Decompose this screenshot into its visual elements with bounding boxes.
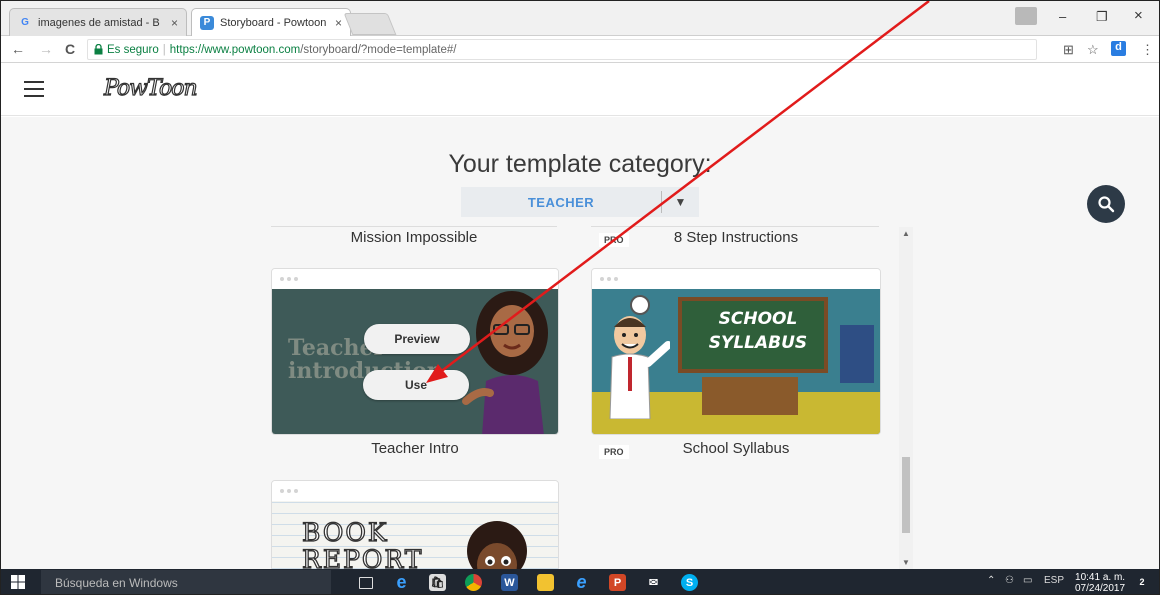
template-name: Mission Impossible (350, 229, 478, 246)
tab-storyboard[interactable]: P Storyboard - Powtoon × (191, 8, 351, 36)
network-icon[interactable]: ⚇ (1005, 575, 1014, 586)
translate-icon[interactable]: ⊞ (1063, 42, 1074, 58)
bookshelf (840, 325, 874, 383)
profile-icon[interactable] (1015, 7, 1037, 25)
page-title: Your template category: (448, 150, 712, 178)
card-bottom-edge (591, 226, 879, 227)
scroll-up-icon[interactable]: ▲ (902, 229, 910, 238)
browser-tabbar: G imagenes de amistad - B × P Storyboard… (1, 1, 1159, 36)
extension-icon[interactable]: d (1111, 41, 1126, 56)
category-selected: TEACHER (527, 194, 595, 210)
category-dropdown[interactable]: TEACHER ▼ (461, 187, 699, 217)
clock-time: 10:41 a. m. (1075, 572, 1126, 583)
card-topbar (272, 269, 558, 289)
reload-icon[interactable]: C (65, 41, 75, 57)
chrome-icon[interactable] (465, 574, 482, 591)
template-name: 8 Step Instructions (673, 229, 799, 246)
notification-count: 2 (1139, 576, 1145, 587)
card-bottom-edge (271, 226, 557, 227)
address-bar[interactable]: Es seguro | https://www.powtoon.com/stor… (87, 39, 1037, 60)
windows-start-icon[interactable] (11, 575, 25, 589)
use-button[interactable]: Use (363, 370, 469, 400)
card-topbar (272, 481, 558, 501)
battery-icon[interactable]: ▭ (1023, 575, 1032, 586)
chevron-down-icon: ▼ (674, 195, 687, 209)
search-button[interactable] (1087, 185, 1125, 223)
windows-search-input[interactable]: Búsqueda en Windows (41, 570, 331, 594)
tab-title: imagenes de amistad - B (38, 16, 160, 29)
powtoon-favicon-icon: P (200, 15, 214, 30)
card-topbar (592, 269, 880, 289)
thumbnail-text: SCHOOL SYLLABUS (708, 309, 808, 353)
task-view-icon[interactable] (359, 577, 373, 589)
scrollbar-thumb[interactable] (902, 457, 910, 533)
template-name: School Syllabus (682, 440, 790, 457)
template-card-book-report[interactable]: BOOK REPORT (271, 480, 559, 580)
close-tab-icon[interactable]: × (171, 16, 178, 30)
browser-toolbar: ← → C Es seguro | https://www.powtoon.co… (1, 36, 1159, 63)
template-card-school-syllabus[interactable]: SCHOOL SYLLABUS (591, 268, 881, 435)
mail-icon[interactable]: ✉ (645, 574, 662, 591)
template-thumbnail: SCHOOL SYLLABUS (592, 289, 880, 434)
template-thumbnail: BOOK REPORT (272, 501, 558, 579)
chevron-up-icon[interactable]: ⌃ (987, 575, 995, 586)
template-card-teacher-intro[interactable]: Teacher introduction Preview Use (271, 268, 559, 435)
bookmark-star-icon[interactable]: ☆ (1087, 42, 1099, 58)
skype-icon[interactable]: S (681, 574, 698, 591)
close-tab-icon[interactable]: × (335, 16, 342, 30)
maximize-icon[interactable]: ❐ (1096, 9, 1108, 25)
powerpoint-icon[interactable]: P (609, 574, 626, 591)
teacher-man-illustration (609, 295, 670, 419)
teacher-illustration (462, 291, 548, 434)
file-explorer-icon[interactable] (537, 574, 554, 591)
secure-label: Es seguro (107, 43, 159, 56)
minimize-icon[interactable]: – (1059, 9, 1066, 24)
tab-imagenes[interactable]: G imagenes de amistad - B × (9, 8, 187, 36)
notification-center-icon[interactable]: 2 (1133, 573, 1151, 590)
template-name: Teacher Intro (371, 440, 459, 457)
word-icon[interactable]: W (501, 574, 518, 591)
search-icon (1098, 196, 1115, 213)
internet-explorer-icon[interactable]: e (573, 572, 590, 592)
url-path: /storyboard/?mode=template#/ (300, 43, 457, 56)
menu-icon[interactable] (24, 81, 44, 97)
chrome-menu-icon[interactable]: ⋮ (1141, 42, 1154, 58)
windows-taskbar: Búsqueda en Windows e 🛍 W e P ✉ S ⌃ ⚇ ▭ … (1, 569, 1159, 594)
lock-icon (94, 44, 103, 55)
edge-icon[interactable]: e (393, 572, 410, 592)
template-thumbnail: Teacher introduction Preview Use (272, 289, 558, 434)
taskbar-clock[interactable]: 10:41 a. m. 07/24/2017 (1075, 572, 1125, 594)
thumbnail-text: BOOK REPORT (301, 518, 424, 574)
new-tab-button[interactable] (343, 13, 397, 35)
preview-button[interactable]: Preview (364, 324, 470, 354)
back-icon[interactable]: ← (11, 41, 25, 57)
clock-date: 07/24/2017 (1075, 583, 1126, 594)
language-indicator[interactable]: ESP (1044, 575, 1064, 586)
app-header: PowToon (1, 63, 1159, 116)
tab-title: Storyboard - Powtoon (220, 16, 327, 29)
template-list-scrollbar[interactable]: ▲ ▼ (899, 227, 913, 569)
google-favicon-icon: G (21, 17, 29, 28)
teacher-desk (702, 377, 798, 415)
close-window-icon[interactable]: × (1134, 7, 1143, 24)
powtoon-logo[interactable]: PowToon (103, 75, 198, 101)
store-icon[interactable]: 🛍 (429, 574, 446, 591)
template-area: Your template category: TEACHER ▼ Missio… (1, 117, 1159, 580)
scroll-down-icon[interactable]: ▼ (902, 558, 910, 567)
forward-icon[interactable]: → (39, 41, 53, 57)
address-separator: | (162, 43, 166, 56)
screen: G imagenes de amistad - B × P Storyboard… (0, 0, 1160, 595)
url-host: https://www.powtoon.com (169, 43, 301, 56)
